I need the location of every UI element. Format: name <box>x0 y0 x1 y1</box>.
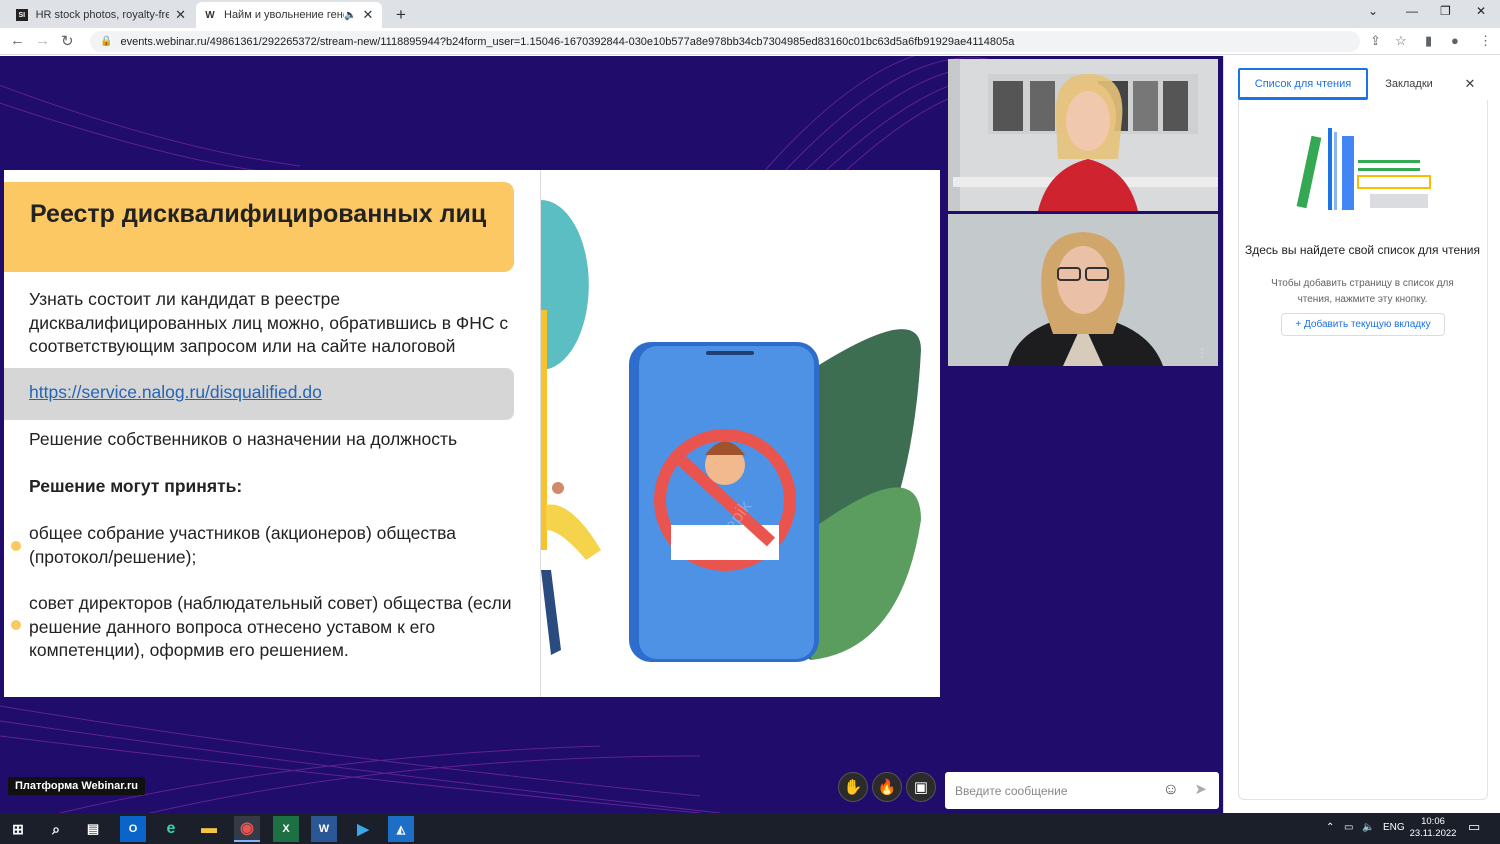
back-icon[interactable]: ← <box>10 32 25 49</box>
speaker-1-video <box>948 59 1218 211</box>
tile-menu-icon[interactable]: ⋮ <box>1196 192 1208 204</box>
tab-reading-list[interactable]: Список для чтения <box>1238 68 1368 100</box>
address-toolbar: ← → ↻ 🔒 events.webinar.ru/49861361/29226… <box>0 28 1500 55</box>
reading-list-illustration-icon <box>1296 128 1431 210</box>
browser-tab-hr-stock[interactable]: SI HR stock photos, royalty-free im ✕ <box>8 2 194 28</box>
presentation-slide: Реестр дисквалифицированных лиц Узнать с… <box>4 170 940 697</box>
close-tab-icon[interactable]: ✕ <box>175 7 186 23</box>
menu-icon[interactable]: ⋮ <box>1479 33 1492 49</box>
tab-title: HR stock photos, royalty-free im <box>35 9 170 21</box>
browser-tab-strip: SI HR stock photos, royalty-free im ✕ W … <box>0 0 1500 28</box>
chat-message-field[interactable]: Введите сообщение ☺ ➤ <box>945 772 1219 809</box>
forward-icon[interactable]: → <box>35 32 50 49</box>
raise-hand-button[interactable]: ✋ <box>838 772 868 802</box>
clock-time: 10:06 <box>1421 816 1445 827</box>
slide-paragraph: Решение собственников о назначении на до… <box>29 429 458 449</box>
slide-subheading: Решение могут принять: <box>29 476 243 496</box>
speaker-2-video <box>948 214 1218 366</box>
windows-start-icon[interactable]: ⊞ <box>5 816 31 842</box>
reading-list-heading: Здесь вы найдете свой список для чтения <box>1245 243 1480 257</box>
profile-icon[interactable]: ● <box>1451 33 1459 48</box>
slide-text-column: Реестр дисквалифицированных лиц Узнать с… <box>4 170 541 697</box>
reading-list-panel: Список для чтения Закладки ✕ Здесь вы на… <box>1223 56 1500 813</box>
lock-icon: 🔒 <box>100 36 113 47</box>
language-indicator[interactable]: ENG <box>1383 822 1405 833</box>
clock-date: 23.11.2022 <box>1409 828 1457 839</box>
tile-menu-icon[interactable]: ⋮ <box>1196 347 1208 359</box>
outlook-icon[interactable]: O <box>120 816 146 842</box>
notifications-icon[interactable]: ▭ <box>1468 819 1480 835</box>
share-icon[interactable]: ⇪ <box>1370 33 1381 49</box>
video-player-icon[interactable]: ▶ <box>350 816 376 842</box>
excel-icon[interactable]: X <box>273 816 299 842</box>
new-tab-button[interactable]: + <box>388 2 414 28</box>
send-icon[interactable]: ➤ <box>1194 780 1207 798</box>
slide-title: Реестр дисквалифицированных лиц <box>4 182 514 272</box>
volume-icon[interactable]: 🔈 <box>1362 822 1374 833</box>
task-view-icon[interactable]: ▤ <box>80 816 106 842</box>
add-current-tab-button[interactable]: + Добавить текущую вкладку <box>1281 313 1445 336</box>
reading-list-description: Чтобы добавить страницу в список для чте… <box>1271 278 1454 305</box>
slide-paragraph: Узнать состоит ли кандидат в реестре дис… <box>29 289 509 356</box>
reload-icon[interactable]: ↻ <box>61 32 74 50</box>
platform-badge[interactable]: Платформа Webinar.ru <box>8 777 145 795</box>
network-icon[interactable]: ▭ <box>1344 822 1353 833</box>
bullet-text: общее собрание участников (акционеров) о… <box>29 523 456 567</box>
file-explorer-icon[interactable]: ▬ <box>196 816 222 842</box>
windows-taskbar: ⊞ ⌕ ▤ O e ▬ ◉ X W ▶ ◭ ⌃ ▭ 🔈 ENG 10:06 23… <box>0 813 1500 844</box>
bookmark-star-icon[interactable]: ☆ <box>1395 33 1407 49</box>
url-text: events.webinar.ru/49861361/292265372/str… <box>120 35 1015 48</box>
video-tile-speaker-1[interactable]: ⋮ <box>948 59 1218 211</box>
tab-bookmarks[interactable]: Закладки <box>1370 68 1448 100</box>
edge-icon[interactable]: e <box>158 816 184 842</box>
close-panel-icon[interactable]: ✕ <box>1460 68 1480 100</box>
side-panel-icon[interactable]: ▮ <box>1425 33 1432 49</box>
maximize-icon[interactable]: ❐ <box>1440 4 1451 18</box>
bullet-icon <box>11 541 21 551</box>
system-clock[interactable]: 10:06 23.11.2022 <box>1405 816 1461 840</box>
no-person-phone-illustration: freepik <box>541 200 921 662</box>
speaker-icon[interactable]: 🔈 <box>344 10 356 21</box>
emoji-icon[interactable]: ☺ <box>1163 781 1179 799</box>
chat-placeholder: Введите сообщение <box>955 783 1068 798</box>
browser-tab-webinar[interactable]: W Найм и увольнение генера 🔈 ✕ <box>196 2 382 28</box>
webinar-stage: Реестр дисквалифицированных лиц Узнать с… <box>0 56 1223 813</box>
screen-layout-button[interactable]: ▣ <box>906 772 936 802</box>
close-tab-icon[interactable]: ✕ <box>362 7 373 23</box>
nalog-link[interactable]: https://service.nalog.ru/disqualified.do <box>29 382 322 403</box>
webinar-favicon-icon: W <box>205 9 215 21</box>
side-panel-tabs: Список для чтения Закладки ✕ <box>1238 68 1488 100</box>
url-bar[interactable]: 🔒 events.webinar.ru/49861361/292265372/s… <box>90 31 1360 52</box>
reaction-fire-button[interactable]: 🔥 <box>872 772 902 802</box>
video-tile-speaker-2[interactable]: ⋮ <box>948 214 1218 366</box>
tab-title: Найм и увольнение генера <box>224 9 344 21</box>
bullet-text: совет директоров (наблюдательный совет) … <box>29 593 512 660</box>
photos-icon[interactable]: ◭ <box>388 816 414 842</box>
shutterstock-favicon-icon: SI <box>16 9 28 21</box>
tray-chevron-icon[interactable]: ⌃ <box>1326 822 1334 833</box>
word-icon[interactable]: W <box>311 816 337 842</box>
chrome-icon[interactable]: ◉ <box>234 816 260 842</box>
bullet-icon <box>11 620 21 630</box>
tab-search-icon[interactable]: ⌄ <box>1368 4 1378 18</box>
close-window-icon[interactable]: ✕ <box>1476 4 1486 18</box>
minimize-icon[interactable]: — <box>1406 4 1418 18</box>
search-icon[interactable]: ⌕ <box>43 816 69 842</box>
